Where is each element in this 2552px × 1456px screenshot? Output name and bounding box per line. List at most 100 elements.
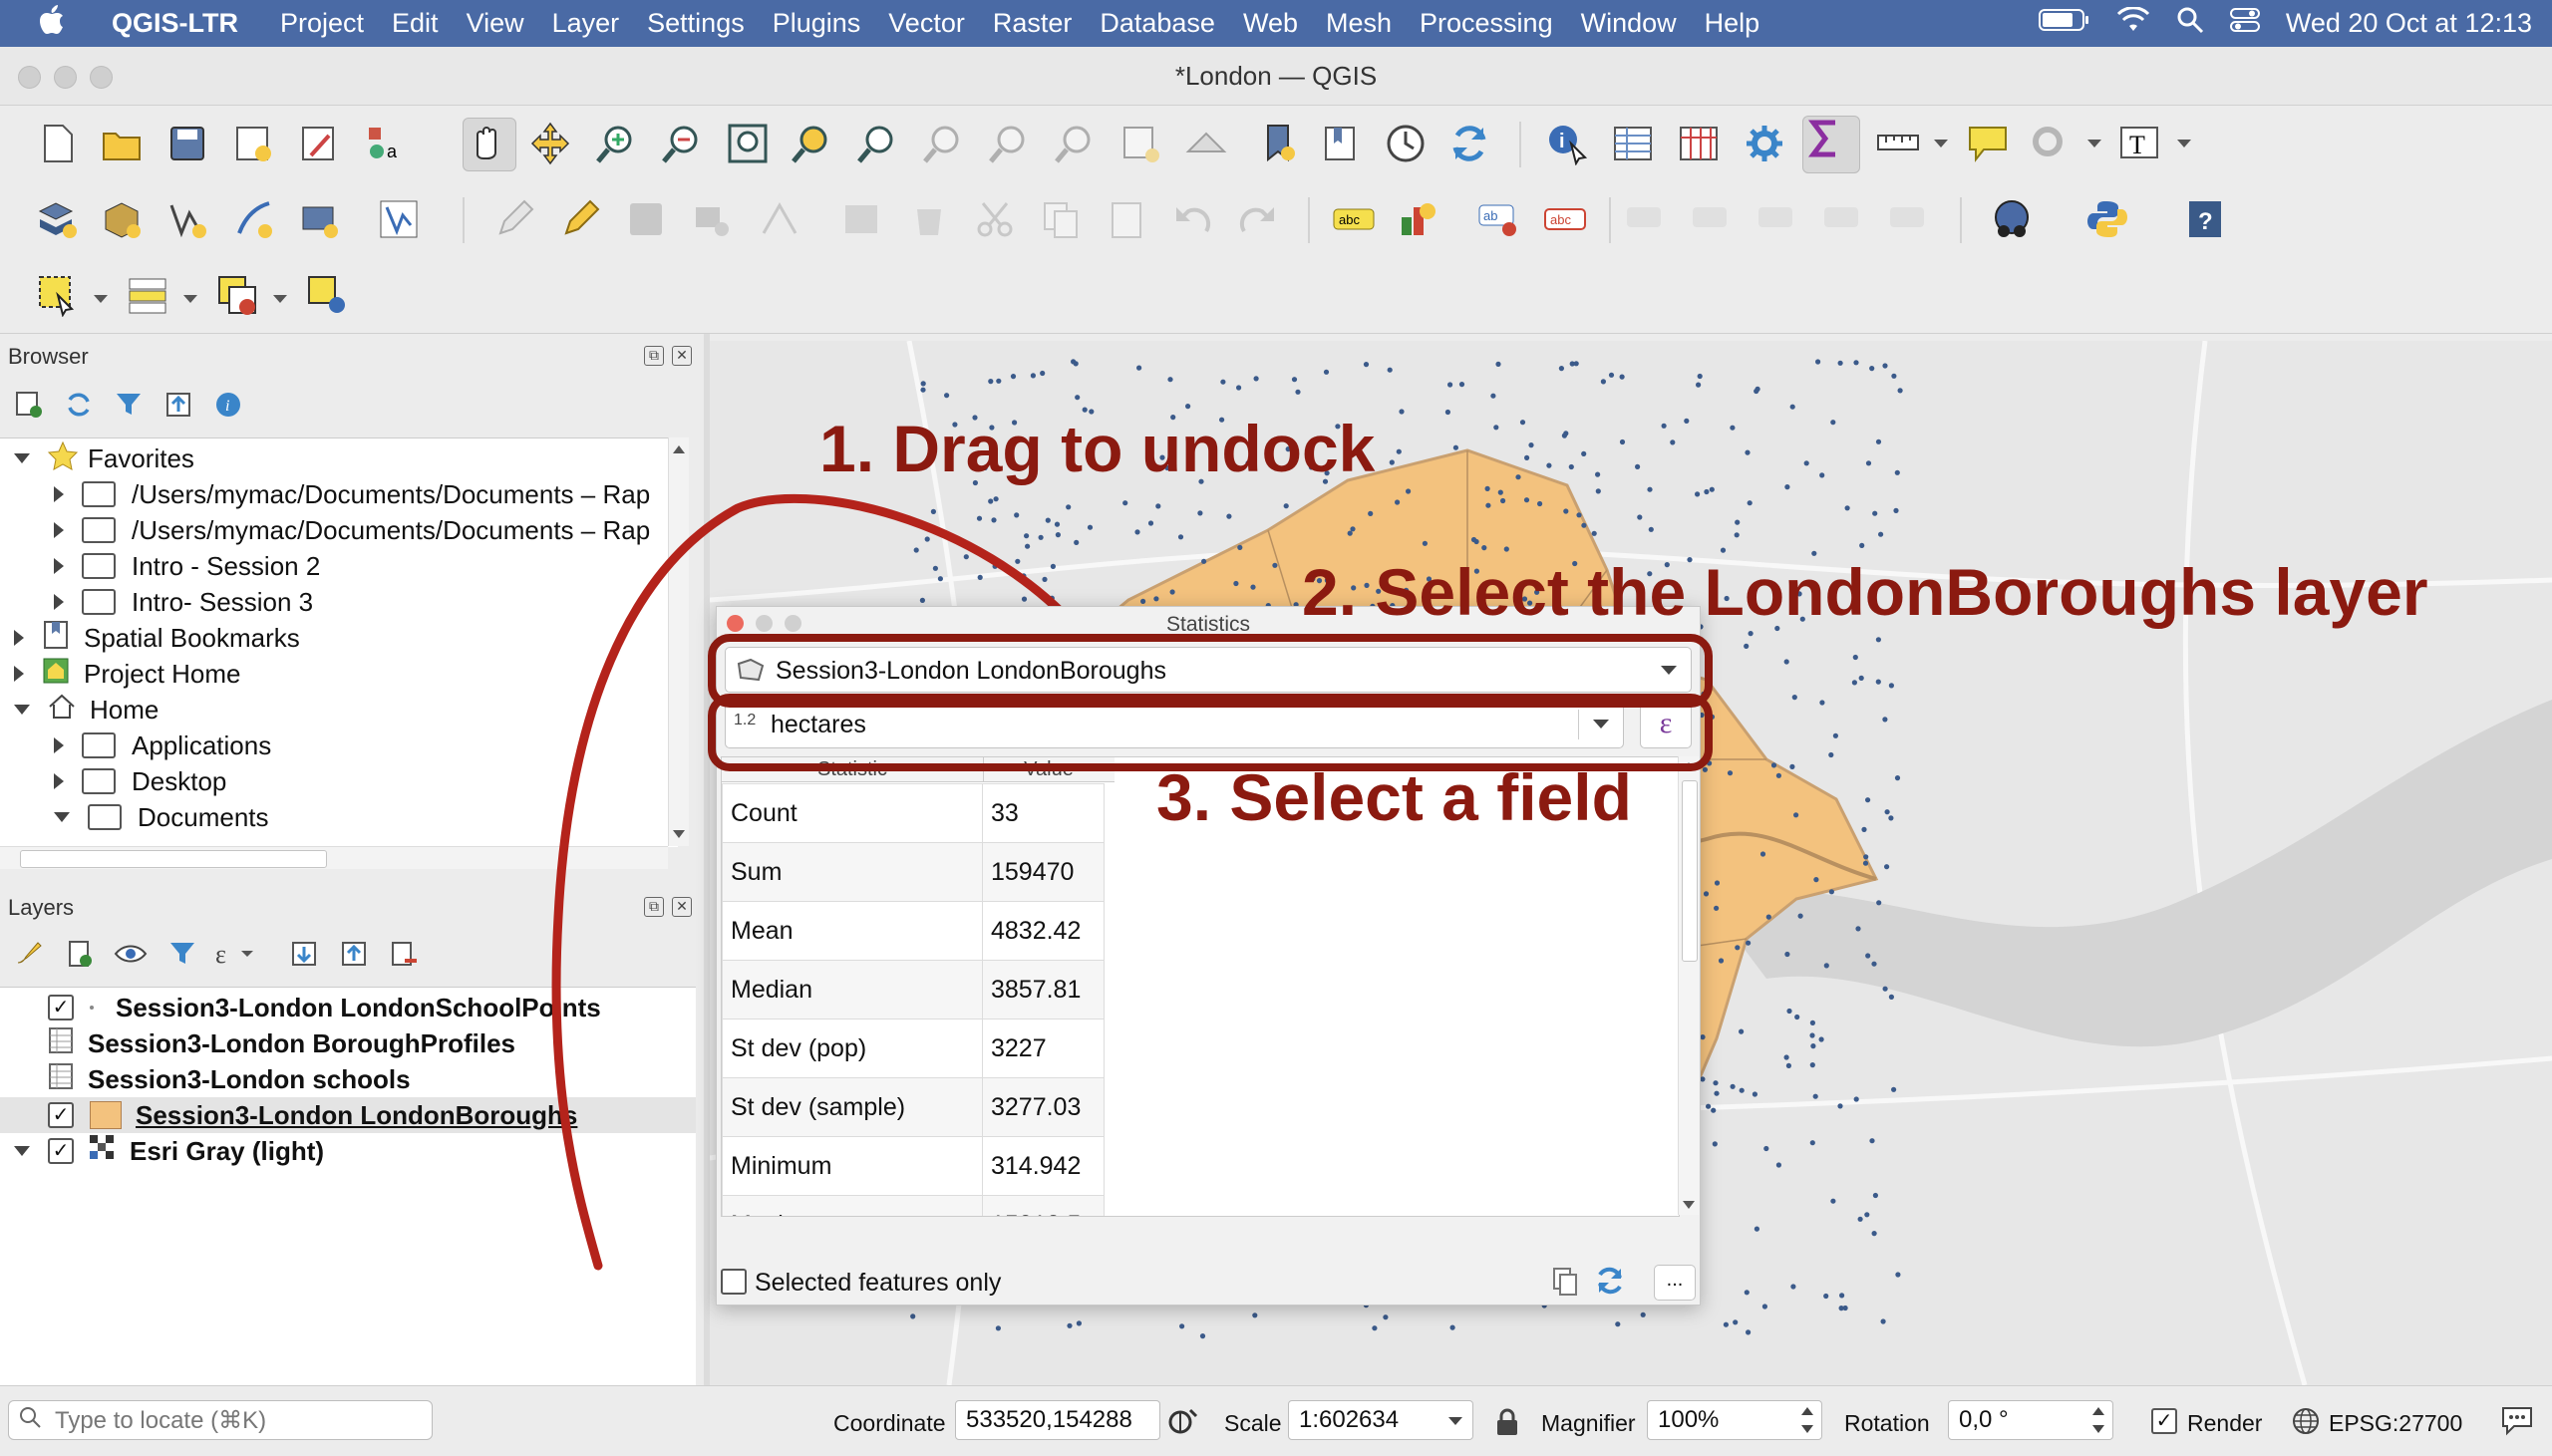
pan-to-selection-icon[interactable] [528, 122, 572, 165]
zoom-last-icon[interactable] [987, 122, 1031, 165]
chevron-down-icon[interactable] [1448, 1417, 1462, 1425]
statistics-row[interactable]: Maximum15013.5 [722, 1195, 1105, 1216]
new-print-layout-icon[interactable] [231, 122, 275, 165]
settings-dropdown-arrow[interactable] [2087, 140, 2101, 147]
spin-down-icon[interactable] [2092, 1425, 2104, 1433]
statistics-row[interactable]: Sum 159470 [722, 842, 1105, 902]
expand-arrow-icon[interactable] [54, 737, 64, 753]
zoom-to-layer-icon[interactable] [855, 122, 899, 165]
new-geopackage-layer-icon[interactable] [100, 197, 144, 241]
field-calculator-icon[interactable] [1677, 122, 1721, 165]
refresh-browser-icon[interactable] [64, 390, 94, 425]
menu-processing[interactable]: Processing [1406, 8, 1567, 39]
undo-icon[interactable] [1170, 197, 1214, 241]
menu-edit[interactable]: Edit [378, 8, 453, 39]
highlight-pinned-labels-icon[interactable]: ab [1477, 197, 1521, 241]
battery-icon[interactable] [2038, 8, 2090, 39]
attribute-table-icon[interactable] [1611, 122, 1655, 165]
filter-by-expression-icon[interactable]: ε [213, 939, 253, 974]
browser-item-favorites[interactable]: Favorites [14, 440, 194, 476]
menu-plugins[interactable]: Plugins [759, 8, 875, 39]
identify-features-icon[interactable]: i [1545, 122, 1589, 166]
spin-up-icon[interactable] [1801, 1407, 1813, 1415]
new-temporary-layer-icon[interactable] [377, 197, 421, 241]
menu-help[interactable]: Help [1691, 8, 1774, 39]
statistics-row[interactable]: Mean 4832.42 [722, 901, 1105, 961]
scale-input[interactable]: 1:602634 [1288, 1400, 1473, 1440]
browser-item-home[interactable]: Home [14, 692, 159, 728]
magnifier-spinbox[interactable]: 100% [1647, 1400, 1822, 1440]
browser-item-folder[interactable]: Desktop [54, 763, 226, 799]
new-bookmark-icon[interactable] [1256, 122, 1300, 165]
render-checkbox[interactable]: ✓ [2151, 1408, 2177, 1434]
zoom-to-selection-icon[interactable] [790, 122, 833, 165]
menu-window[interactable]: Window [1567, 8, 1691, 39]
layer-visibility-checkbox[interactable]: ✓ [48, 1138, 74, 1164]
filter-legend-icon[interactable] [167, 939, 197, 974]
new-spatialite-layer-icon[interactable] [231, 197, 275, 241]
layer-diagram-icon[interactable] [1398, 197, 1441, 241]
undock-panel-button[interactable]: ⧉ [644, 346, 664, 366]
menu-project[interactable]: Project [252, 8, 378, 39]
add-group-icon[interactable] [64, 939, 94, 974]
new-virtual-layer-icon[interactable] [297, 197, 341, 241]
text-annotation-icon[interactable]: T [2117, 122, 2161, 165]
expand-arrow-icon[interactable] [54, 773, 64, 789]
crs-globe-icon[interactable] [2291, 1406, 2321, 1442]
statistics-row[interactable]: Count 33 [722, 783, 1105, 843]
select-features-icon[interactable] [36, 273, 80, 318]
statistics-row[interactable]: St dev (sample) 3277.03 [722, 1077, 1105, 1137]
vertex-tool-icon[interactable] [758, 197, 801, 241]
add-feature-icon[interactable] [690, 197, 734, 241]
selected-features-only-checkbox[interactable] [721, 1269, 747, 1295]
temporal-controller-icon[interactable] [1384, 122, 1428, 165]
copy-features-icon[interactable] [1039, 197, 1083, 241]
toggle-editing-icon[interactable] [558, 197, 602, 241]
style-panel-icon[interactable] [14, 939, 44, 974]
current-edits-icon[interactable] [492, 197, 536, 241]
browser-item-folder[interactable]: Intro- Session 3 [54, 584, 313, 620]
spin-up-icon[interactable] [2092, 1407, 2104, 1415]
annotation-dropdown-arrow[interactable] [2177, 140, 2191, 147]
layer-row[interactable]: Session3-London schools [48, 1061, 411, 1097]
collapse-all-icon[interactable] [163, 390, 193, 425]
redo-icon[interactable] [1236, 197, 1280, 241]
python-console-icon[interactable] [2085, 197, 2129, 241]
menu-app-name[interactable]: QGIS-LTR [98, 8, 252, 39]
expand-arrow-icon[interactable] [14, 666, 24, 682]
statistics-row[interactable]: Median 3857.81 [722, 960, 1105, 1019]
delete-selected-icon[interactable] [907, 197, 951, 241]
pan-map-icon[interactable] [463, 118, 516, 171]
show-unplaced-labels-icon[interactable]: abc [1543, 197, 1587, 241]
zoom-native-icon[interactable] [921, 122, 965, 165]
data-source-manager-icon[interactable] [36, 197, 80, 241]
deselect-dropdown-arrow[interactable] [273, 295, 287, 303]
browser-item-folder[interactable]: Intro - Session 2 [54, 548, 320, 584]
expand-arrow-icon[interactable] [54, 558, 64, 574]
menu-layer[interactable]: Layer [538, 8, 634, 39]
properties-icon[interactable]: i [213, 390, 243, 425]
measure-line-icon[interactable] [1876, 122, 1920, 165]
expand-arrow-icon[interactable] [54, 594, 64, 610]
rotate-label-icon[interactable] [1822, 197, 1866, 241]
zoom-full-icon[interactable] [726, 122, 770, 165]
close-panel-button[interactable]: ✕ [672, 346, 692, 366]
spotlight-search-icon[interactable] [2176, 6, 2204, 41]
show-settings-icon[interactable] [2028, 122, 2072, 165]
browser-item-folder[interactable]: Documents [54, 799, 269, 835]
new-project-icon[interactable] [36, 122, 80, 165]
more-options-button[interactable]: ... [1654, 1265, 1696, 1301]
refresh-icon[interactable] [1447, 122, 1491, 165]
browser-item-folder[interactable]: Applications [54, 728, 271, 763]
spin-down-icon[interactable] [1801, 1425, 1813, 1433]
expand-all-icon[interactable] [289, 939, 319, 974]
zoom-next-icon[interactable] [1053, 122, 1097, 165]
select-dropdown-arrow[interactable] [94, 295, 108, 303]
remove-layer-icon[interactable] [389, 939, 419, 974]
show-hide-labels-icon[interactable] [1691, 197, 1735, 241]
messages-icon[interactable] [2500, 1404, 2534, 1442]
manage-visibility-icon[interactable] [114, 939, 148, 974]
measure-dropdown-arrow[interactable] [1934, 140, 1948, 147]
expand-arrow-icon[interactable] [54, 812, 70, 822]
zoom-out-icon[interactable] [660, 122, 704, 165]
